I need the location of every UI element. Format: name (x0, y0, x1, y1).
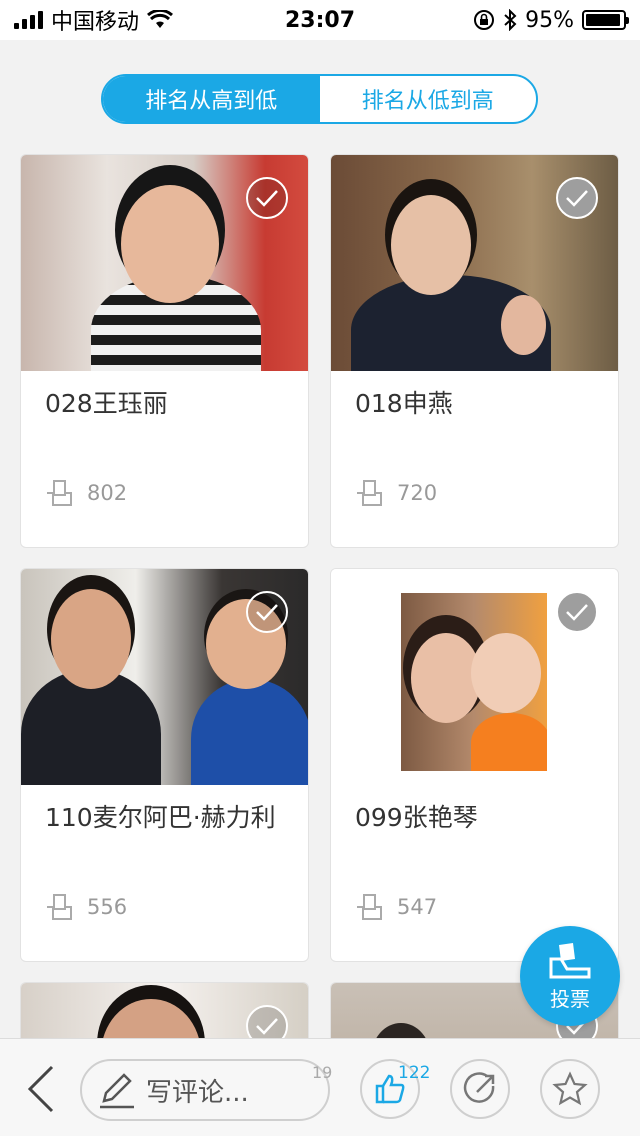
share-icon (463, 1072, 495, 1103)
comment-count: 19 (312, 1063, 333, 1082)
select-check-icon[interactable] (246, 177, 288, 219)
vote-number: 547 (397, 895, 438, 919)
pencil-icon (100, 1073, 134, 1109)
status-bar: 中国移动 23:07 95% (0, 0, 640, 40)
vote-count: 720 (355, 479, 437, 507)
like-count: 122 (398, 1063, 431, 1083)
candidate-card[interactable]: 099张艳琴 547 (330, 568, 619, 962)
ballot-icon (357, 480, 382, 506)
ballot-icon (47, 894, 72, 920)
vote-count: 802 (45, 479, 127, 507)
battery-fill (586, 14, 621, 26)
favorite-button[interactable] (540, 1059, 600, 1119)
candidate-name: 099张艳琴 (355, 803, 478, 832)
bluetooth-icon (504, 9, 517, 31)
sort-low-to-high[interactable]: 排名从低到高 (320, 76, 537, 122)
candidate-card[interactable]: 110麦尔阿巴·赫力利 556 (20, 568, 309, 962)
vote-number: 720 (397, 481, 438, 505)
status-right: 95% (473, 7, 629, 33)
candidate-name: 028王珏丽 (45, 389, 168, 418)
sort-toggle: 排名从高到低 排名从低到高 (101, 74, 538, 124)
ballot-box-icon (549, 942, 591, 978)
select-check-icon[interactable] (556, 177, 598, 219)
orientation-lock-icon (474, 10, 495, 30)
vote-count: 556 (45, 893, 127, 921)
star-icon (552, 1071, 588, 1106)
comment-placeholder: 写评论... (146, 1077, 249, 1108)
status-left: 中国移动 (14, 4, 174, 36)
sort-high-to-low[interactable]: 排名从高到低 (103, 76, 320, 122)
battery-icon (582, 10, 629, 30)
comment-input[interactable]: 写评论... (80, 1059, 330, 1121)
vote-number: 556 (87, 895, 128, 919)
candidate-name: 018申燕 (355, 389, 453, 418)
carrier-label: 中国移动 (51, 10, 140, 35)
vote-number: 802 (87, 481, 128, 505)
ballot-icon (357, 894, 382, 920)
select-check-icon[interactable] (246, 591, 288, 633)
vote-button-label: 投票 (550, 986, 590, 1011)
candidate-card[interactable]: 028王珏丽 802 (20, 154, 309, 548)
vote-button[interactable]: 投票 (520, 926, 620, 1026)
candidate-name: 110麦尔阿巴·赫力利 (45, 803, 276, 832)
select-check-icon[interactable] (556, 591, 598, 633)
back-icon[interactable] (22, 1063, 58, 1115)
wifi-icon (147, 10, 174, 28)
battery-percent: 95% (525, 7, 574, 33)
ballot-icon (47, 480, 72, 506)
share-button[interactable] (450, 1059, 510, 1119)
signal-icon (14, 11, 43, 29)
candidate-card[interactable]: 018申燕 720 (330, 154, 619, 548)
bottom-bar: 写评论... 19 122 (0, 1038, 640, 1136)
vote-count: 547 (355, 893, 437, 921)
